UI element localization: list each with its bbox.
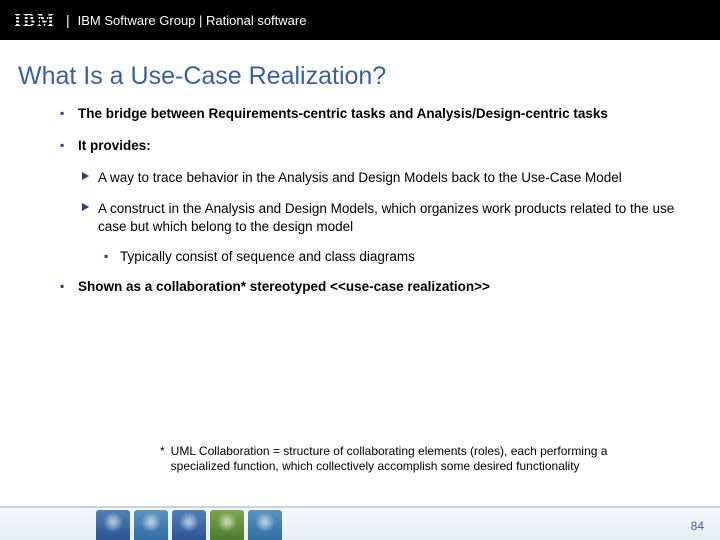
bullet-level2: A construct in the Analysis and Design M…: [82, 200, 690, 236]
footer-art-block: [172, 510, 206, 540]
header-bar: IBM | IBM Software Group | Rational soft…: [0, 0, 720, 40]
footer-art-block: [248, 510, 282, 540]
bullet-level1: The bridge between Requirements-centric …: [60, 105, 690, 123]
footer-art: [96, 508, 286, 540]
ibm-logo-text: IBM: [14, 10, 56, 31]
slide-title: What Is a Use-Case Realization?: [18, 62, 720, 91]
footer-bar: 84: [0, 506, 720, 540]
footnote-star: *: [160, 444, 165, 475]
footer-art-block: [96, 510, 130, 540]
footer-art-block: [210, 510, 244, 540]
bullet-text: The bridge between Requirements-centric …: [78, 106, 608, 121]
bullet-text: A way to trace behavior in the Analysis …: [98, 170, 622, 185]
footer-art-block: [134, 510, 168, 540]
bullet-text: Typically consist of sequence and class …: [120, 249, 415, 264]
bullet-level2: A way to trace behavior in the Analysis …: [82, 169, 690, 187]
ibm-logo: IBM: [14, 10, 56, 31]
footnote: * UML Collaboration = structure of colla…: [160, 444, 660, 475]
bullet-level1: It provides:: [60, 137, 690, 155]
slide-content: The bridge between Requirements-centric …: [60, 105, 690, 297]
page-number: 84: [691, 519, 704, 533]
bullet-level3: Typically consist of sequence and class …: [104, 248, 690, 266]
bullet-text: Shown as a collaboration* stereotyped <<…: [78, 279, 490, 294]
header-separator: |: [66, 12, 70, 28]
bullet-text: It provides:: [78, 138, 151, 153]
bullet-text: A construct in the Analysis and Design M…: [98, 201, 674, 234]
bullet-level1: Shown as a collaboration* stereotyped <<…: [60, 278, 690, 296]
header-group-text: IBM Software Group | Rational software: [78, 13, 307, 28]
footnote-text: UML Collaboration = structure of collabo…: [171, 444, 660, 475]
slide: IBM | IBM Software Group | Rational soft…: [0, 0, 720, 540]
